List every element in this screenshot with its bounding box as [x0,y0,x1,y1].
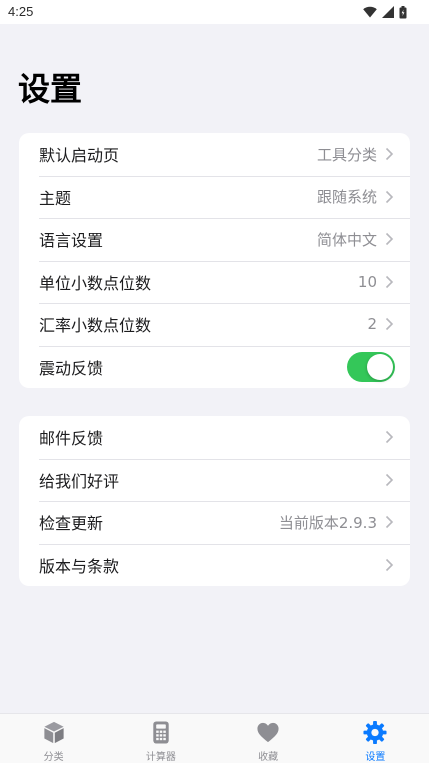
chevron-right-icon [385,148,394,161]
cube-icon [44,721,64,744]
heart-icon [257,722,279,743]
tab-label: 分类 [43,752,64,763]
row-label: 汇率小数点位数 [39,316,152,336]
row-label: 邮件反馈 [39,429,104,449]
chevron-right-icon [385,516,394,529]
email-feedback-row[interactable]: 邮件反馈 [19,416,410,459]
status-bar: 4:25 [0,0,429,24]
row-label: 主题 [39,188,72,208]
row-label: 给我们好评 [39,471,120,491]
exchange-rate-decimal-places-row[interactable]: 汇率小数点位数 2 [19,303,410,346]
row-value: 10 [357,272,377,291]
gear-icon [363,720,387,745]
language-row[interactable]: 语言设置 简体中文 [19,218,410,261]
chevron-right-icon [385,233,394,246]
tab-favorites[interactable]: 收藏 [215,714,322,763]
status-time: 4:25 [8,4,34,19]
battery-icon [399,5,407,18]
tab-categories[interactable]: 分类 [0,714,107,763]
tab-bar: 分类 计算器 收藏 设置 [0,713,429,763]
rate-us-row[interactable]: 给我们好评 [19,458,410,502]
row-label: 默认启动页 [39,146,120,166]
tab-settings[interactable]: 设置 [322,714,429,763]
chevron-right-icon [385,558,394,571]
theme-row[interactable]: 主题 跟随系统 [19,175,410,219]
chevron-right-icon [385,318,394,331]
settings-group-general: 默认启动页 工具分类 主题 跟随系统 语言设置 简体中文 单位小数点位数 10 … [19,133,410,388]
calculator-icon [153,721,169,744]
wifi-icon [363,6,377,18]
vibration-feedback-toggle[interactable] [347,351,395,382]
check-update-row[interactable]: 检查更新 当前版本2.9.3 [19,501,410,544]
row-label: 语言设置 [39,231,104,251]
default-start-page-row[interactable]: 默认启动页 工具分类 [19,133,410,176]
row-label: 版本与条款 [39,556,120,576]
row-label: 检查更新 [39,514,104,534]
chevron-right-icon [385,275,394,288]
chevron-right-icon [385,190,394,203]
unit-decimal-places-row[interactable]: 单位小数点位数 10 [19,260,410,304]
tab-label: 计算器 [145,752,176,763]
row-value: 简体中文 [316,230,377,249]
row-value: 2 [367,315,377,334]
tab-label: 收藏 [258,752,279,763]
page-title: 设置 [18,70,83,108]
tab-label: 设置 [365,752,386,763]
toggle-knob [367,353,393,380]
row-label: 震动反馈 [39,358,104,378]
cellular-signal-icon [382,6,394,18]
row-value: 跟随系统 [316,188,377,207]
row-label: 单位小数点位数 [39,273,152,293]
current-version-value: 当前版本2.9.3 [278,513,377,532]
chevron-right-icon [385,431,394,444]
vibration-feedback-row: 震动反馈 [19,345,410,389]
settings-group-about: 邮件反馈 给我们好评 检查更新 当前版本2.9.3 版本与条款 [19,416,410,586]
status-icons [363,5,407,19]
tab-calculator[interactable]: 计算器 [107,714,214,763]
row-value: 工具分类 [316,145,377,164]
chevron-right-icon [385,473,394,486]
settings-screen: 4:25 设置 默认启动页 工具分类 主题 跟随系统 语言设置 简体中文 单位小… [0,0,429,763]
version-and-terms-row[interactable]: 版本与条款 [19,543,410,587]
